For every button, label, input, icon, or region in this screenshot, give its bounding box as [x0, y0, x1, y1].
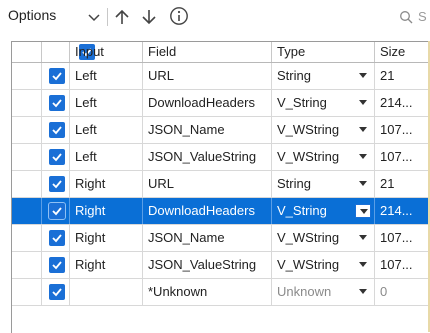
field-cell[interactable]: JSON_Name	[143, 225, 272, 251]
type-dropdown-button[interactable]	[355, 69, 371, 83]
input-cell: Right	[70, 252, 143, 278]
field-cell[interactable]: DownloadHeaders	[143, 198, 272, 224]
type-dropdown-button[interactable]	[355, 96, 371, 110]
type-dropdown-button[interactable]	[355, 204, 371, 218]
header-select-all	[42, 42, 95, 62]
type-dropdown-button[interactable]	[355, 177, 371, 191]
size-cell[interactable]: 107...	[375, 225, 430, 251]
chevron-down-icon[interactable]	[86, 9, 102, 25]
field-cell[interactable]: JSON_Name	[143, 117, 272, 143]
row-checkbox-cell	[42, 63, 70, 89]
row-checkbox-cell	[42, 198, 70, 224]
header-type[interactable]: Type	[272, 42, 375, 62]
field-cell[interactable]: DownloadHeaders	[143, 90, 272, 116]
row-checkbox-cell	[42, 171, 70, 197]
row-checkbox[interactable]	[49, 68, 65, 84]
row-checkbox[interactable]	[49, 257, 65, 273]
row-checkbox-cell	[42, 90, 70, 116]
row-number	[12, 63, 42, 89]
row-number	[12, 117, 42, 143]
row-checkbox-cell	[42, 144, 70, 170]
size-cell[interactable]: 214...	[375, 90, 430, 116]
row-number	[12, 252, 42, 278]
field-grid: Input Field Type Size Left URL String 21 Lef…	[11, 41, 430, 333]
type-dropdown-button[interactable]	[355, 231, 371, 245]
row-checkbox[interactable]	[49, 284, 65, 300]
size-cell[interactable]: 21	[375, 171, 430, 197]
field-cell[interactable]: JSON_ValueString	[143, 252, 272, 278]
grid-header: Input Field Type Size	[12, 42, 430, 63]
table-row[interactable]: Left JSON_ValueString V_WString 107...	[12, 144, 430, 171]
table-row[interactable]: Right DownloadHeaders V_String 214...	[12, 198, 430, 225]
row-checkbox[interactable]	[49, 95, 65, 111]
row-checkbox[interactable]	[49, 149, 65, 165]
size-cell[interactable]: 21	[375, 63, 430, 89]
field-cell[interactable]: URL	[143, 63, 272, 89]
header-input[interactable]: Input	[70, 42, 143, 62]
row-checkbox[interactable]	[49, 230, 65, 246]
table-row[interactable]: Left DownloadHeaders V_String 214...	[12, 90, 430, 117]
row-checkbox[interactable]	[48, 202, 66, 220]
size-cell[interactable]: 107...	[375, 144, 430, 170]
row-number	[12, 279, 42, 305]
row-number	[12, 198, 42, 224]
type-dropdown-button[interactable]	[355, 150, 371, 164]
search-input[interactable]: S	[418, 9, 427, 24]
size-cell[interactable]: 214...	[375, 198, 430, 224]
row-checkbox-cell	[42, 117, 70, 143]
info-icon[interactable]	[169, 6, 189, 26]
toolbar-separator	[107, 8, 108, 26]
header-field[interactable]: Field	[143, 42, 272, 62]
size-cell[interactable]: 0	[375, 279, 430, 305]
type-dropdown-button[interactable]	[355, 123, 371, 137]
table-row[interactable]: Right JSON_Name V_WString 107...	[12, 225, 430, 252]
field-cell[interactable]: *Unknown	[143, 279, 272, 305]
input-cell: Right	[70, 171, 143, 197]
row-number	[12, 225, 42, 251]
type-dropdown-button[interactable]	[355, 258, 371, 272]
row-checkbox-cell	[42, 252, 70, 278]
input-cell	[70, 279, 143, 305]
header-row-number	[12, 42, 42, 62]
input-cell: Right	[70, 225, 143, 251]
input-cell: Left	[70, 117, 143, 143]
search-icon	[400, 11, 413, 24]
row-checkbox-cell	[42, 279, 70, 305]
table-row[interactable]: Left JSON_Name V_WString 107...	[12, 117, 430, 144]
row-number	[12, 144, 42, 170]
table-row[interactable]: Right JSON_ValueString V_WString 107...	[12, 252, 430, 279]
table-row[interactable]: Left URL String 21	[12, 63, 430, 90]
row-number	[12, 90, 42, 116]
row-checkbox[interactable]	[49, 176, 65, 192]
input-cell: Left	[70, 90, 143, 116]
options-menu[interactable]: Options	[8, 7, 56, 23]
header-size[interactable]: Size	[375, 42, 430, 62]
field-cell[interactable]: JSON_ValueString	[143, 144, 272, 170]
input-cell: Right	[70, 198, 143, 224]
field-cell[interactable]: URL	[143, 171, 272, 197]
input-cell: Left	[70, 63, 143, 89]
input-cell: Left	[70, 144, 143, 170]
row-checkbox-cell	[42, 225, 70, 251]
table-row[interactable]: *Unknown Unknown 0	[12, 279, 430, 306]
row-checkbox[interactable]	[49, 122, 65, 138]
arrow-up-icon[interactable]	[113, 7, 131, 27]
type-dropdown-button[interactable]	[355, 285, 371, 299]
arrow-down-icon[interactable]	[140, 7, 158, 27]
size-cell[interactable]: 107...	[375, 252, 430, 278]
table-row[interactable]: Right URL String 21	[12, 171, 430, 198]
row-number	[12, 171, 42, 197]
toolbar: Options S	[0, 0, 430, 34]
size-cell[interactable]: 107...	[375, 117, 430, 143]
